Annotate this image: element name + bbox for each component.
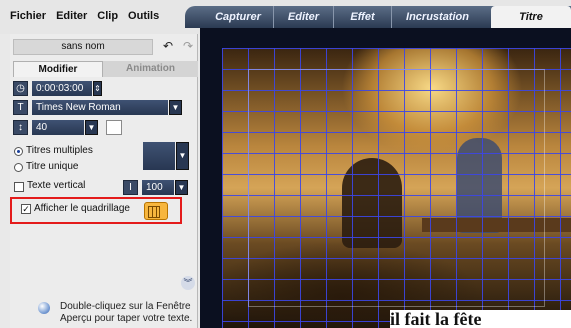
tab-editer[interactable]: Editer — [273, 6, 333, 28]
chevron-down-icon[interactable]: ▼ — [85, 120, 98, 135]
radio-single[interactable] — [14, 163, 23, 172]
label-multi: Titres multiples — [26, 145, 93, 156]
clock-icon: ◷ — [13, 81, 28, 96]
timecode-spinner[interactable]: ⇕ — [93, 81, 102, 96]
subtab-modifier[interactable]: Modifier — [13, 61, 103, 77]
timecode-row: ◷ 0:00:03:00 ⇕ — [13, 81, 198, 97]
tab-titre[interactable]: Titre — [491, 6, 571, 28]
chevron-down-icon[interactable]: ▼ — [175, 180, 188, 195]
chevron-down-icon[interactable]: ▼ — [169, 100, 182, 115]
tab-effet[interactable]: Effet — [333, 6, 391, 28]
title-safe-area — [248, 69, 545, 307]
timecode-field[interactable]: 0:00:03:00 — [32, 81, 92, 96]
vertical-text-icon: I — [123, 180, 138, 195]
radio-multi[interactable] — [14, 147, 23, 156]
font-select[interactable]: Times New Roman — [32, 100, 168, 115]
font-T-icon: T — [13, 100, 28, 115]
grid-option-highlight: ✓ Afficher le quadrillage — [10, 197, 182, 224]
redo-icon[interactable]: ↷ — [180, 38, 196, 54]
chevron-down-icon[interactable]: ▼ — [176, 142, 189, 170]
grid-settings-icon[interactable] — [144, 202, 168, 220]
label-grid: Afficher le quadrillage — [34, 203, 130, 214]
undo-icon[interactable]: ↶ — [160, 38, 176, 54]
vertical-checkbox[interactable] — [14, 182, 24, 192]
title-options-panel: sans nom ↶ ↷ Modifier Animation ◷ 0:00:0… — [10, 34, 198, 328]
menu-clip[interactable]: Clip — [97, 10, 118, 22]
text-color-swatch[interactable] — [106, 120, 122, 135]
text-size-icon: ↕ — [13, 120, 28, 135]
font-size-select[interactable]: 40 — [32, 120, 84, 135]
menu-editer[interactable]: Editer — [56, 10, 87, 22]
vertical-value[interactable]: 100 — [142, 180, 174, 195]
grid-checkbox[interactable]: ✓ — [21, 204, 31, 214]
menu-fichier[interactable]: Fichier — [10, 10, 46, 22]
subtab-animation[interactable]: Animation — [103, 61, 198, 77]
font-row: T Times New Roman ▼ — [13, 100, 198, 116]
chevron-down-double-icon[interactable]: ︾ — [181, 276, 195, 290]
label-single: Titre unique — [26, 161, 79, 172]
tab-incrustation[interactable]: Incrustation — [391, 6, 483, 28]
menu: Fichier Editer Clip Outils — [10, 10, 159, 22]
mode-tabs: Capturer Editer Effet Incrustation Titre — [185, 6, 571, 28]
file-name: sans nom — [13, 39, 153, 55]
title-list[interactable] — [143, 142, 175, 170]
label-vertical: Texte vertical — [27, 180, 86, 191]
size-row: ↕ 40 ▼ — [13, 120, 198, 136]
info-bulb-icon — [38, 302, 50, 314]
tab-capturer[interactable]: Capturer — [203, 6, 273, 28]
preview-window[interactable]: il fait la fête — [222, 48, 571, 328]
hint-text: Double-cliquez sur la Fenêtre Aperçu pou… — [60, 301, 193, 324]
preview-title-text[interactable]: il fait la fête — [390, 310, 571, 328]
subtabs: Modifier Animation — [13, 61, 198, 77]
menu-outils[interactable]: Outils — [128, 10, 159, 22]
